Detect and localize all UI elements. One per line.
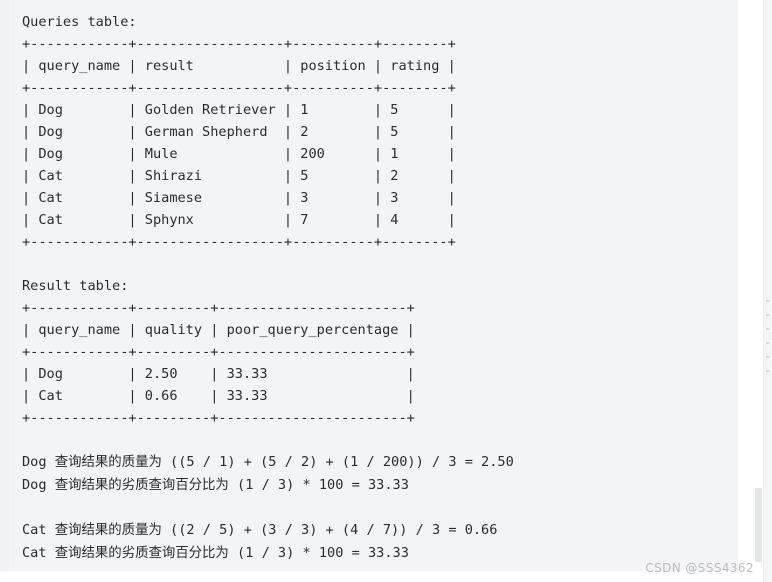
vertical-scrollbar-thumb[interactable]: [755, 488, 762, 562]
code-block-bottom-margin: [0, 571, 738, 582]
page-right-rail: [763, 0, 772, 582]
rail-dots-decoration: [765, 300, 769, 372]
page-root: Queries table: +------------+-----------…: [0, 0, 772, 582]
code-block-content: Queries table: +------------+-----------…: [22, 11, 738, 565]
ascii-tables-and-explanation: Queries table: +------------+-----------…: [22, 14, 514, 561]
code-block-panel: Queries table: +------------+-----------…: [9, 0, 738, 571]
csdn-watermark: CSDN @SSS4362: [645, 561, 754, 575]
page-left-gutter: [0, 0, 9, 582]
